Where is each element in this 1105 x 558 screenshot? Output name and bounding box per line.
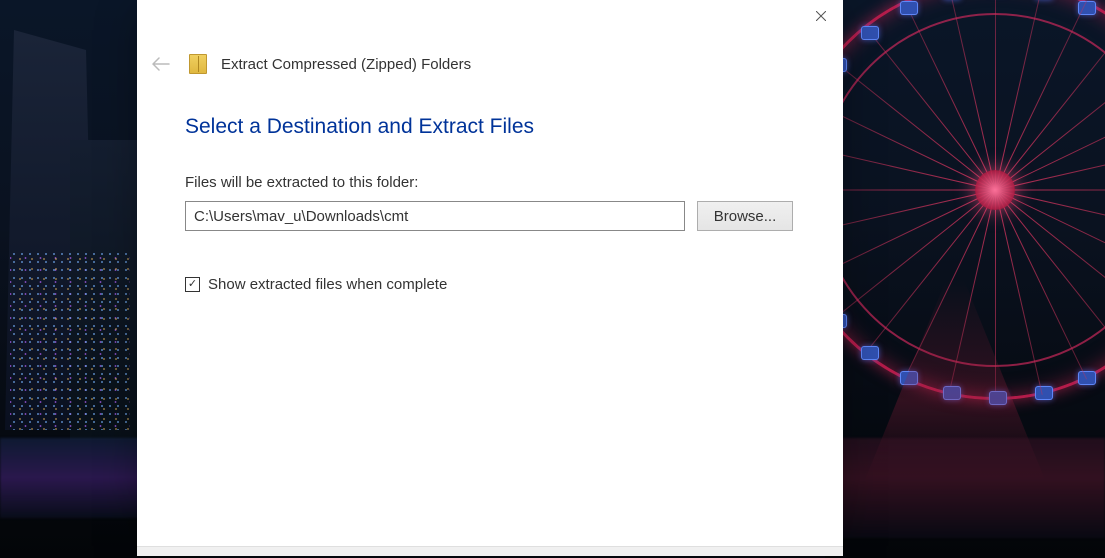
dialog-header: Extract Compressed (Zipped) Folders — [147, 50, 471, 78]
show-files-checkbox-label[interactable]: Show extracted files when complete — [208, 276, 447, 293]
dialog-footer — [137, 546, 843, 556]
close-icon — [816, 11, 826, 21]
back-button[interactable] — [147, 50, 175, 78]
back-arrow-icon — [152, 57, 170, 71]
wallpaper-right-ferris-wheel — [825, 0, 1105, 558]
show-files-checkbox-row: ✓ Show extracted files when complete — [185, 276, 795, 293]
dialog-title: Extract Compressed (Zipped) Folders — [221, 56, 471, 73]
extract-zip-dialog: Extract Compressed (Zipped) Folders Sele… — [137, 0, 843, 556]
main-heading: Select a Destination and Extract Files — [185, 115, 795, 139]
zip-folder-icon — [189, 54, 207, 74]
destination-label: Files will be extracted to this folder: — [185, 174, 795, 191]
close-button[interactable] — [798, 0, 843, 32]
browse-button[interactable]: Browse... — [697, 201, 793, 231]
dialog-body: Select a Destination and Extract Files F… — [185, 115, 795, 293]
show-files-checkbox[interactable]: ✓ — [185, 277, 200, 292]
destination-row: Browse... — [185, 201, 795, 231]
destination-path-input[interactable] — [185, 201, 685, 231]
